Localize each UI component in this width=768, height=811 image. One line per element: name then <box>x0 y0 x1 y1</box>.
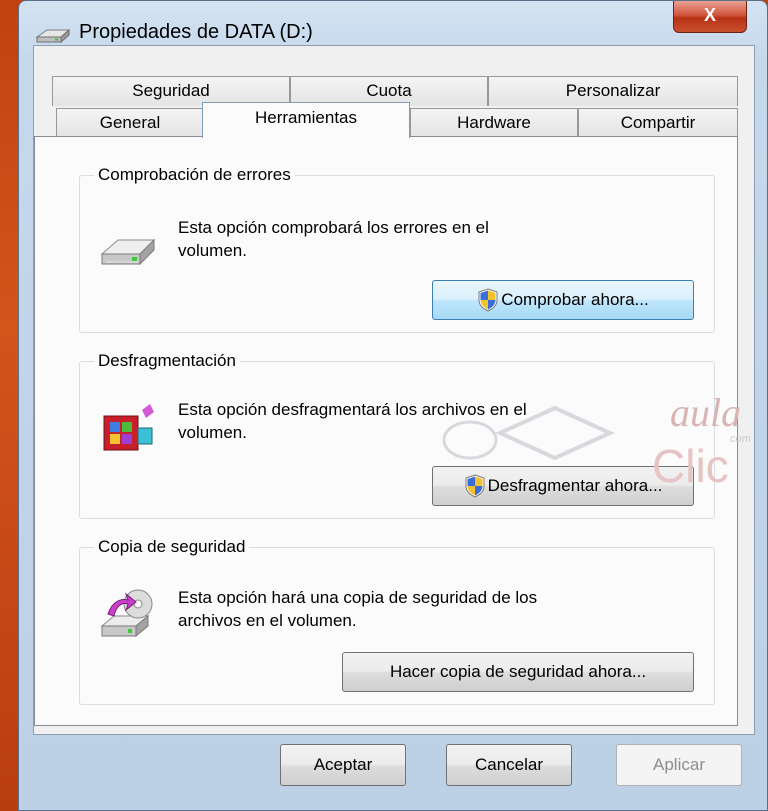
ok-button[interactable]: Aceptar <box>280 744 406 786</box>
close-icon: X <box>703 5 716 25</box>
tab-panel-herramientas: Comprobación de errores Esta opción comp… <box>34 136 738 726</box>
tab-herramientas[interactable]: Herramientas <box>202 102 410 138</box>
defragment-icon <box>103 404 154 451</box>
uac-shield-icon <box>465 474 485 498</box>
tab-label: Personalizar <box>565 81 661 100</box>
backup-icon <box>100 589 153 638</box>
description-line: volumen. <box>178 241 247 260</box>
group-title: Copia de seguridad <box>94 537 250 557</box>
button-label: Comprobar ahora... <box>501 290 649 309</box>
tab-label: Hardware <box>457 113 531 132</box>
backup-now-button[interactable]: Hacer copia de seguridad ahora... <box>342 652 694 692</box>
tab-general[interactable]: General <box>56 108 204 138</box>
tab-personalizar[interactable]: Personalizar <box>488 76 738 106</box>
apply-button[interactable]: Aplicar <box>616 744 742 786</box>
window-title: Propiedades de DATA (D:) <box>79 21 313 43</box>
description-line: Esta opción desfragmentará los archivos … <box>178 400 527 419</box>
drive-icon <box>35 28 71 44</box>
tab-label: Cuota <box>366 81 412 100</box>
close-button[interactable]: X <box>673 1 747 33</box>
group-title: Comprobación de errores <box>94 165 295 185</box>
button-label: Aceptar <box>313 755 373 774</box>
group-description: Esta opción hará una copia de seguridad … <box>178 586 537 632</box>
hard-drive-icon <box>100 238 156 266</box>
tab-compartir[interactable]: Compartir <box>578 108 738 138</box>
description-line: archivos en el volumen. <box>178 611 357 630</box>
tab-label: Herramientas <box>254 108 358 127</box>
defragmentation-group: Desfragmentación Esta opción desfragment… <box>79 351 715 519</box>
group-title: Desfragmentación <box>94 351 240 371</box>
button-label: Desfragmentar ahora... <box>487 476 663 495</box>
description-line: Esta opción comprobará los errores en el <box>178 218 489 237</box>
button-label: Hacer copia de seguridad ahora... <box>389 662 647 681</box>
description-line: volumen. <box>178 423 247 442</box>
tab-label: General <box>99 113 161 132</box>
defragment-now-button[interactable]: Desfragmentar ahora... <box>432 466 694 506</box>
group-description: Esta opción desfragmentará los archivos … <box>178 398 527 444</box>
button-label: Cancelar <box>474 755 544 774</box>
check-now-button[interactable]: Comprobar ahora... <box>432 280 694 320</box>
button-label: Aplicar <box>653 755 705 774</box>
group-description: Esta opción comprobará los errores en el… <box>178 216 489 262</box>
backup-group: Copia de seguridad Esta opción hará una … <box>79 537 715 705</box>
uac-shield-icon <box>478 288 498 312</box>
tab-hardware[interactable]: Hardware <box>410 108 578 138</box>
cancel-button[interactable]: Cancelar <box>446 744 572 786</box>
tab-label: Compartir <box>620 113 696 132</box>
tab-label: Seguridad <box>132 81 210 100</box>
description-line: Esta opción hará una copia de seguridad … <box>178 588 538 607</box>
error-checking-group: Comprobación de errores Esta opción comp… <box>79 165 715 333</box>
